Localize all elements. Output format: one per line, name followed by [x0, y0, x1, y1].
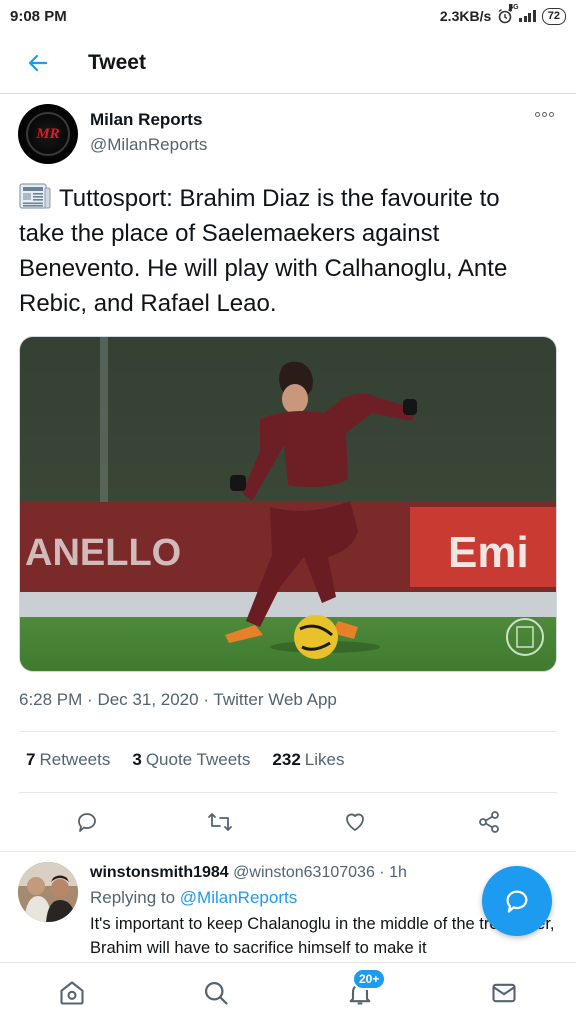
likes-stat[interactable]: 232 Likes — [272, 750, 344, 770]
divider — [19, 792, 557, 793]
battery-indicator: 72 — [541, 7, 566, 25]
tweet-meta: 6:28 PM · Dec 31, 2020 · Twitter Web App — [19, 690, 337, 709]
retweet-button[interactable] — [204, 806, 236, 838]
reply-avatar[interactable] — [18, 862, 78, 922]
tweet-body: Tuttosport: Brahim Diaz is the favourite… — [19, 185, 508, 317]
avatar-logo-text: MR — [36, 125, 60, 142]
nav-search[interactable] — [200, 977, 232, 1009]
bottom-navigation — [0, 962, 576, 1024]
like-button[interactable] — [339, 806, 371, 838]
banner-text-left: ANELLO — [25, 532, 181, 574]
network-speed: 2.3KB/s — [439, 8, 492, 24]
reply-icon — [78, 813, 96, 832]
reply-header: winstonsmith1984 @winston63107036 · 1h — [90, 864, 407, 881]
signal-icon: 4G — [509, 4, 536, 22]
replying-to: Replying to @MilanReports — [90, 888, 298, 907]
home-icon — [60, 981, 84, 1005]
reply-tweet[interactable]: winstonsmith1984 @winston63107036 · 1h R… — [18, 860, 558, 960]
heart-icon — [346, 813, 364, 831]
tweet-text: Tuttosport: Brahim Diaz is the favourite… — [19, 181, 549, 321]
tweet-date: Dec 31, 2020 — [97, 690, 199, 709]
banner-text-right: Emi — [448, 528, 529, 577]
nav-home[interactable] — [56, 977, 88, 1009]
more-dot-icon — [535, 112, 540, 117]
more-options-button[interactable] — [535, 112, 554, 117]
tweet-author: MR Milan Reports @MilanReports — [18, 104, 558, 166]
status-bar: 9:08 PM 2.3KB/s 4G 72 — [0, 0, 576, 32]
reply-mention-link[interactable]: @MilanReports — [180, 888, 297, 907]
divider — [19, 731, 557, 732]
tweet-photo[interactable]: ANELLO Emi — [19, 336, 557, 672]
status-time: 9:08 PM — [10, 7, 67, 25]
divider — [0, 851, 576, 852]
training-photo: ANELLO Emi — [20, 337, 556, 671]
author-name[interactable]: Milan Reports — [90, 110, 202, 130]
tweet-time: 6:28 PM — [19, 690, 83, 709]
reply-button[interactable] — [71, 806, 103, 838]
newspaper-icon — [19, 183, 51, 209]
quote-tweets-stat[interactable]: 3 Quote Tweets — [132, 750, 250, 770]
network-type: 4G — [509, 4, 519, 11]
tweet-source[interactable]: Twitter Web App — [213, 690, 336, 709]
back-button[interactable] — [20, 45, 56, 81]
mail-icon — [492, 983, 516, 1003]
top-app-bar: Tweet — [0, 32, 576, 94]
retweets-stat[interactable]: 7 Retweets — [26, 750, 110, 770]
author-handle[interactable]: @MilanReports — [90, 135, 207, 155]
tweet-actions — [0, 806, 576, 840]
back-arrow-icon — [28, 54, 48, 71]
page-title: Tweet — [88, 50, 146, 74]
search-icon — [204, 981, 228, 1005]
reply-time: 1h — [389, 864, 407, 881]
compose-reply-button[interactable] — [482, 866, 552, 936]
tweet-stats: 7 Retweets 3 Quote Tweets 232 Likes — [26, 750, 344, 770]
author-avatar[interactable]: MR — [18, 104, 78, 164]
notifications-badge: 20+ — [352, 968, 387, 990]
share-icon — [479, 811, 499, 833]
reply-author-handle[interactable]: @winston63107036 — [233, 864, 375, 881]
status-indicators: 2.3KB/s 4G 72 — [439, 4, 566, 25]
reply-author-name[interactable]: winstonsmith1984 — [90, 864, 229, 881]
compose-reply-icon — [506, 890, 528, 913]
nav-messages[interactable] — [488, 977, 520, 1009]
share-button[interactable] — [473, 806, 505, 838]
retweet-icon — [208, 813, 232, 831]
